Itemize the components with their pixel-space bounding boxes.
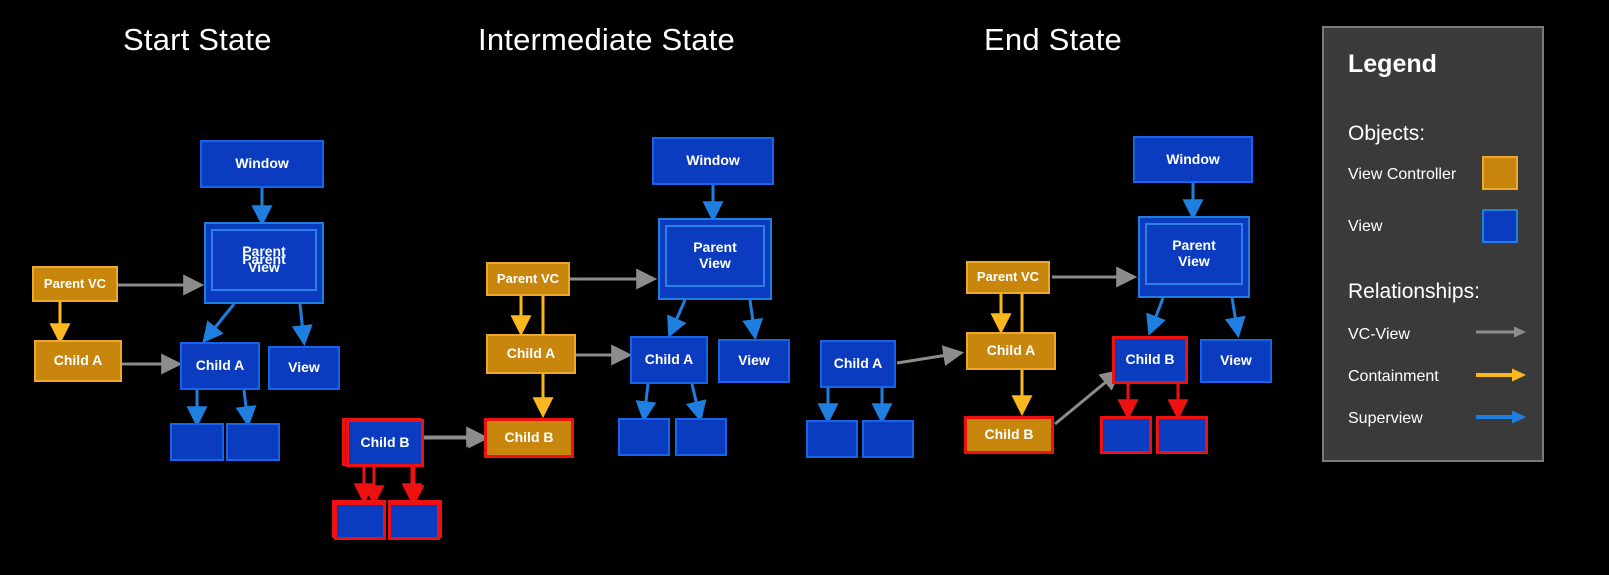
intermediate-parent-vc-node[interactable]: Parent VC [486,262,570,296]
end-child-a-leaf-1[interactable] [806,420,858,458]
legend-label-containment: Containment [1348,368,1439,385]
start-view-node[interactable]: View [268,346,340,390]
end-child-a-leaf-2[interactable] [862,420,914,458]
intermediate-leaf-view-2[interactable] [675,418,727,456]
start-parent-vc-node[interactable]: Parent VC [32,266,118,302]
end-child-b-view-node[interactable]: Child B [1112,336,1188,384]
start-leaf-view-1[interactable] [170,423,224,461]
column-title-intermediate-state: Intermediate State [478,22,735,57]
start-leaf-view-2[interactable] [226,423,280,461]
legend-relationships-heading: Relationships: [1348,280,1480,303]
start-parent-view-text: Parent View [211,229,317,291]
legend-objects-heading: Objects: [1348,122,1426,145]
pv-l1: Parent [242,243,286,260]
view-controller-swatch [1482,156,1518,190]
blue-arrow-icon [1476,410,1526,424]
intermediate-view-node[interactable]: View [718,339,790,383]
intermediate-window-node[interactable]: Window [652,137,774,185]
start-child-a-vc-node[interactable]: Child A [34,340,122,382]
end-parent-vc-node[interactable]: Parent VC [966,261,1050,294]
pv-l1: Parent [1172,237,1216,254]
pv-l2: View [248,259,280,275]
intermediate-child-a-view-node[interactable]: Child A [630,336,708,384]
legend-label-view: View [1348,218,1383,235]
legend-panel: Legend Objects: View Controller View Rel… [1322,26,1544,462]
legend-label-superview: Superview [1348,410,1423,427]
legend-label-view-controller: View Controller [1348,166,1457,183]
start-window-node[interactable]: Window [200,140,324,188]
end-child-a-vc-node[interactable]: Child A [966,332,1056,370]
end-child-b-leaf-2[interactable] [1156,416,1208,454]
gray-arrow-icon [1476,326,1526,338]
end-window-node[interactable]: Window [1133,136,1253,183]
pv-l2: View [699,255,731,271]
column-title-start-state: Start State [123,22,272,57]
start-child-a-view-node[interactable]: Child A [180,342,260,390]
intermediate-child-b-view-node[interactable]: Child B [346,419,424,467]
intermediate-leaf-view-1[interactable] [618,418,670,456]
end-view-node[interactable]: View [1200,339,1272,383]
pv-l2: View [1178,253,1210,269]
intermediate-child-b-vc-node[interactable]: Child B [484,418,574,458]
intermediate-child-b-leaf-1[interactable] [334,502,386,540]
legend-label-vc-view: VC-View [1348,326,1410,343]
intermediate-parent-view-text: Parent View [665,225,765,287]
end-parent-view-text: Parent View [1145,223,1243,285]
intermediate-child-a-vc-node[interactable]: Child A [486,334,576,374]
diagram-canvas: Start State Intermediate State End State [0,0,1609,575]
pv-l1: Parent [693,239,737,256]
amber-arrow-icon [1476,368,1526,382]
legend-title: Legend [1348,50,1437,78]
end-child-a-view-node[interactable]: Child A [820,340,896,388]
column-title-end-state: End State [984,22,1122,57]
end-child-b-leaf-1[interactable] [1100,416,1152,454]
intermediate-child-b-leaf-2[interactable] [388,502,440,540]
view-swatch [1482,209,1518,243]
end-child-b-vc-node[interactable]: Child B [964,416,1054,454]
